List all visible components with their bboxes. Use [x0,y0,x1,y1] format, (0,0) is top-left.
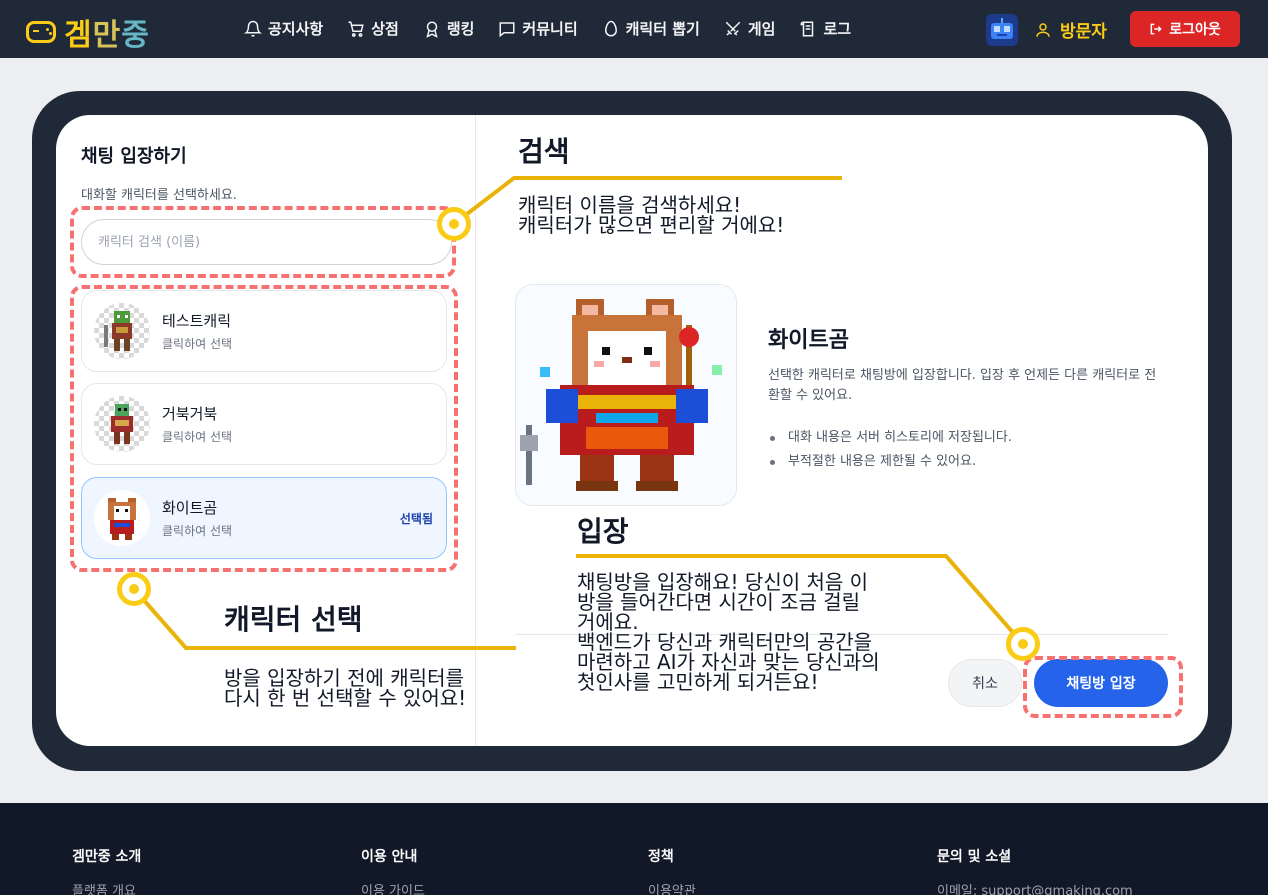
footer-heading: 문의 및 소셜 [937,849,1012,865]
user-icon [1036,22,1050,37]
main-nav: 공지사항 상점 랭킹 커뮤니티 캐릭터 뽑기 게임 로그 [244,18,851,39]
logout-button[interactable]: 로그아웃 [1130,11,1240,47]
note-item: 부적절한 내용은 제한될 수 있어요. [770,450,1170,474]
gamepad-icon [26,21,56,43]
footer-heading: 이용 안내 [361,849,418,865]
search-annotation-text: 캐릭터 이름을 검색하세요! 캐릭터가 많으면 편리할 거에요! [518,193,785,237]
footer-link[interactable]: 이용 가이드 [361,880,425,895]
character-list-highlight [70,285,458,572]
nav-notice[interactable]: 공지사항 [244,18,323,39]
swords-icon [725,21,741,36]
enter-button-highlight [1023,656,1183,718]
search-highlight [70,206,456,278]
nav-game[interactable]: 게임 [724,18,776,39]
visitor-label[interactable]: 방문자 [1034,17,1107,42]
nav-log[interactable]: 로그 [799,18,851,39]
selected-character-name: 화이트곰 [768,328,849,353]
footer-heading: 겜만중 소개 [72,849,142,865]
footer-link[interactable]: 이메일: support@gmaking.com [937,880,1133,895]
select-annotation-title: 캐릭터 선택 [224,603,363,636]
search-marker [437,207,471,241]
footer-col-guide: 이용 안내 이용 가이드 [361,846,425,895]
cancel-button[interactable]: 취소 [948,659,1022,707]
footer-heading: 정책 [648,849,674,865]
footer-link[interactable]: 플랫폼 개요 [72,880,141,895]
select-marker [117,572,151,606]
robot-avatar-icon [986,14,1018,46]
logout-label: 로그아웃 [1169,22,1221,38]
logout-icon [1150,23,1162,35]
enter-annotation-text: 채팅방을 입장해요! 당신이 처음 이 방을 들어간다면 시간이 조금 걸릴 거… [577,570,880,694]
panel-title: 채팅 입장하기 [81,146,187,167]
search-annotation-title: 검색 [518,135,570,168]
enter-marker [1006,627,1040,661]
footer-link[interactable]: 이용약관 [648,880,696,895]
logo-text: 겜만중 [64,18,150,53]
bell-icon [244,20,262,36]
nav-ranking[interactable]: 랭킹 [423,18,475,39]
nav-label: 캐릭터 뽑기 [625,20,700,38]
nav-label: 공지사항 [268,20,324,38]
entry-description: 선택한 캐릭터로 채팅방에 입장합니다. 입장 후 언제든 다른 캐릭터로 전환… [768,368,1157,403]
enter-annotation-title: 입장 [577,515,629,548]
select-annotation-text: 방을 입장하기 전에 캐릭터를 다시 한 번 선택할 수 있어요! [224,666,467,710]
user-avatar[interactable] [986,14,1018,46]
nav-label: 커뮤니티 [522,20,578,38]
visitor-name: 방문자 [1060,22,1107,42]
nav-gacha[interactable]: 캐릭터 뽑기 [602,18,700,39]
medal-icon [426,21,438,38]
vertical-divider [475,115,476,746]
egg-icon [604,20,617,36]
note-item: 대화 내용은 서버 히스토리에 저장됩니다. [770,426,1170,450]
nav-label: 로그 [823,20,852,38]
top-header: 겜만중 공지사항 상점 랭킹 커뮤니티 캐릭터 뽑기 게임 로그 방문자 로그아… [0,0,1268,58]
logo[interactable]: 겜만중 [26,10,150,54]
nav-community[interactable]: 커뮤니티 [498,18,578,39]
nav-shop[interactable]: 상점 [347,18,399,39]
site-footer: 겜만중 소개 플랫폼 개요 이용 안내 이용 가이드 정책 이용약관 문의 및 … [0,803,1268,895]
chat-icon [499,21,515,37]
hamster-warrior-portrait-icon [516,285,736,505]
panel-subtitle: 대화할 캐릭터를 선택하세요. [81,188,237,203]
nav-label: 상점 [371,20,399,38]
character-preview-image [515,284,737,506]
log-icon [800,21,814,36]
footer-col-about: 겜만중 소개 플랫폼 개요 [72,846,141,895]
footer-col-policy: 정책 이용약관 [648,846,696,895]
cart-icon [348,21,364,37]
nav-label: 랭킹 [446,20,475,38]
entry-notes: 대화 내용은 서버 히스토리에 저장됩니다. 부적절한 내용은 제한될 수 있어… [770,426,1170,474]
footer-col-contact: 문의 및 소셜 이메일: support@gmaking.com [937,846,1133,895]
nav-label: 게임 [747,20,776,38]
